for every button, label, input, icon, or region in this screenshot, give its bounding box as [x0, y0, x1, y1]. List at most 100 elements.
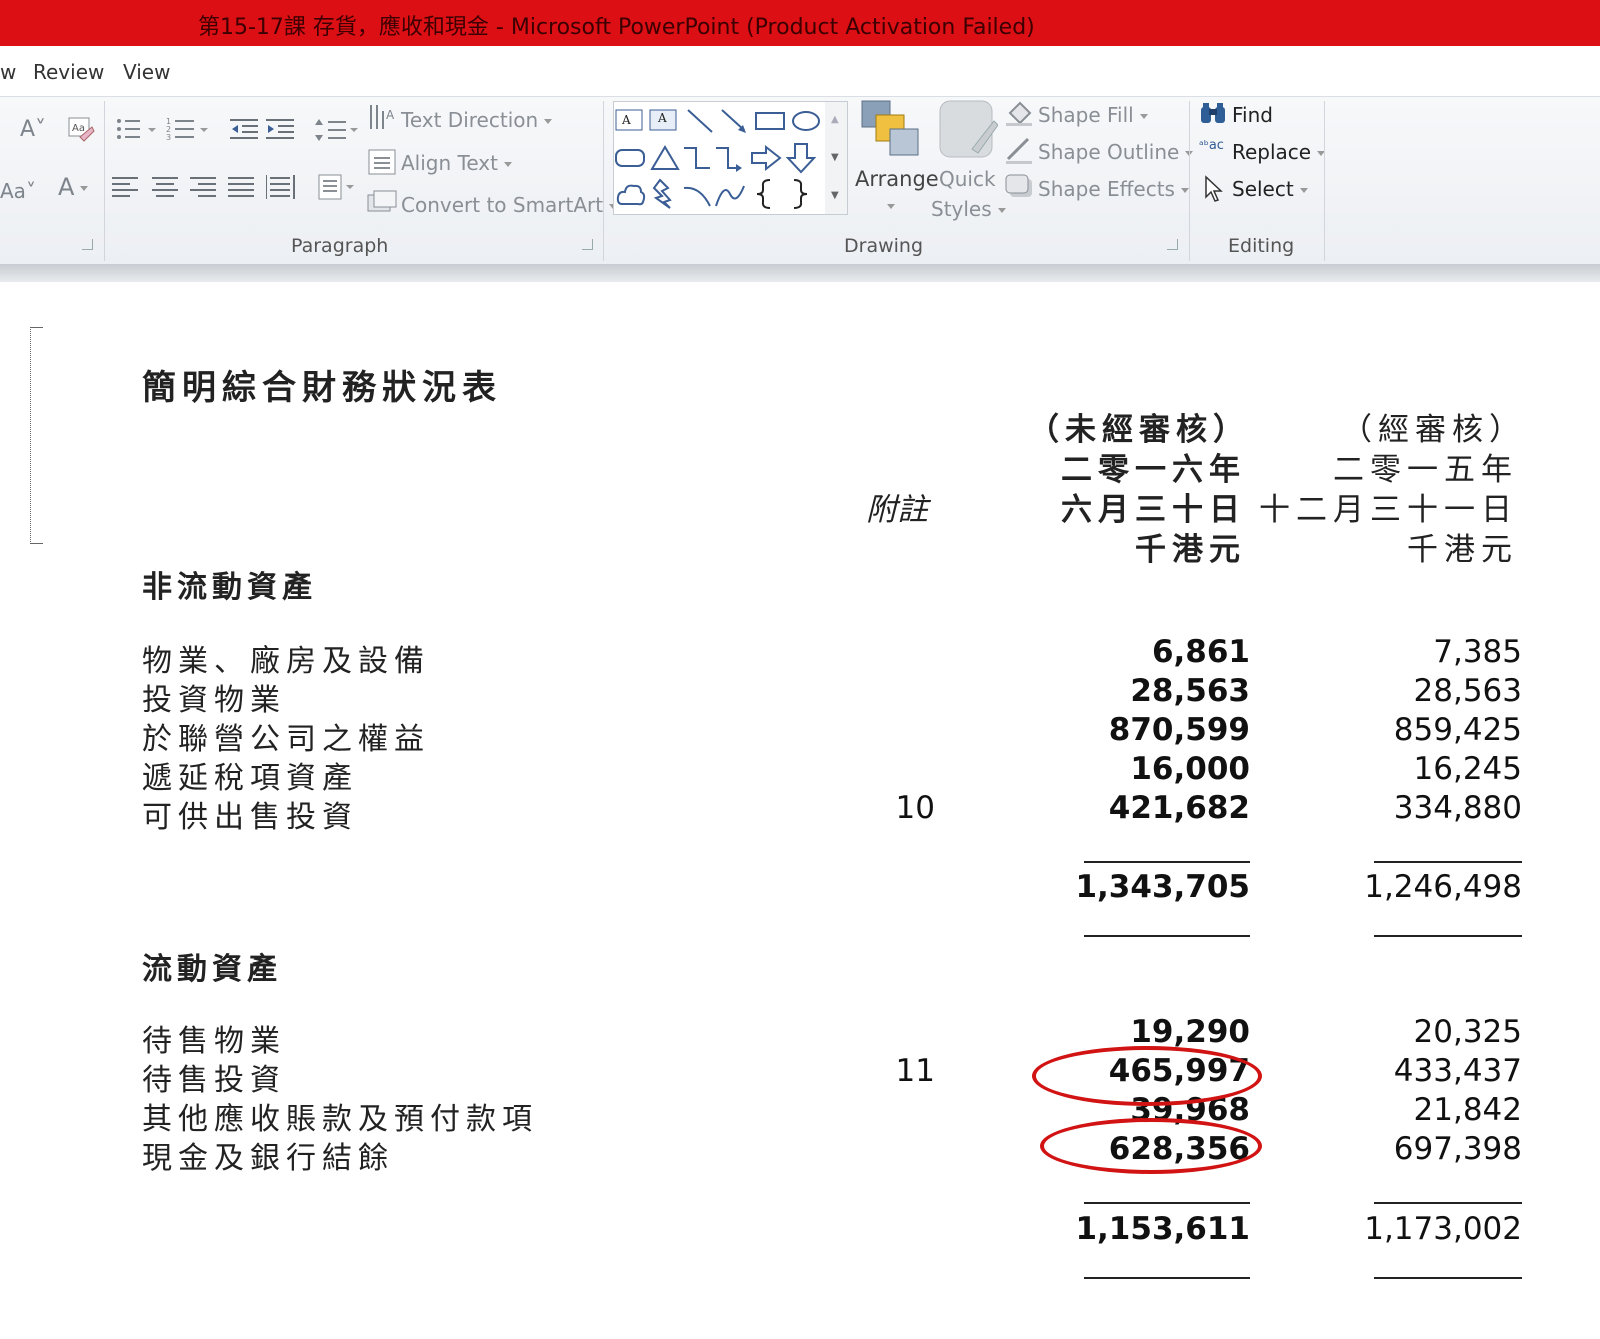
shape-effects-label: Shape Effects: [1038, 177, 1175, 201]
highlight-ellipse-investments[interactable]: [1032, 1046, 1262, 1106]
left-brace-shape-icon[interactable]: [754, 178, 774, 214]
elbow-connector-shape-icon[interactable]: [682, 144, 712, 176]
triangle-shape-icon[interactable]: [650, 144, 680, 176]
align-right-icon[interactable]: [190, 175, 218, 202]
separator: [1189, 101, 1190, 261]
align-text-icon[interactable]: [368, 147, 398, 180]
convert-smartart-button[interactable]: Convert to SmartArt: [401, 193, 618, 217]
value-2016: 19,290: [1130, 1014, 1250, 1050]
separator: [603, 101, 604, 261]
shape-effects-icon[interactable]: [1004, 173, 1034, 204]
font-color-icon[interactable]: A: [58, 175, 89, 199]
current-total-2016: 1,153,611: [1075, 1211, 1250, 1247]
justify-icon[interactable]: [228, 175, 256, 202]
cloud-shape-icon[interactable]: [616, 180, 646, 214]
total-rule: [1084, 935, 1250, 937]
current-assets-heading: 流動資產: [142, 952, 282, 987]
arrow-line-shape-icon[interactable]: [720, 108, 750, 138]
ribbon-bottom-border: [0, 264, 1600, 282]
select-button[interactable]: Select: [1232, 177, 1308, 201]
vertical-textbox-shape-icon[interactable]: A: [648, 108, 678, 136]
tab-view[interactable]: View: [123, 60, 170, 84]
replace-icon[interactable]: ᵃᵇac: [1199, 139, 1224, 152]
gallery-more-icon[interactable]: ▼: [831, 190, 839, 201]
down-arrow-shape-icon[interactable]: [785, 142, 817, 178]
shrink-font-icon[interactable]: A˅: [20, 119, 46, 141]
elbow-arrow-shape-icon[interactable]: [714, 144, 744, 176]
total-rule: [1374, 935, 1522, 937]
line-shape-icon[interactable]: [686, 108, 716, 138]
text-direction-icon[interactable]: A: [368, 103, 396, 136]
bullets-icon[interactable]: [116, 117, 160, 144]
shape-fill-icon[interactable]: [1004, 99, 1034, 130]
align-center-icon[interactable]: [152, 175, 180, 202]
clear-formatting-icon[interactable]: Aa: [66, 115, 96, 148]
placeholder-bracket: [30, 327, 43, 544]
separator: [1324, 101, 1325, 261]
col2-header-line2: 二零一五年: [1333, 452, 1518, 488]
numbering-icon[interactable]: 123: [166, 117, 212, 146]
tab-partial[interactable]: w: [0, 60, 16, 84]
row-label: 遞延稅項資產: [142, 761, 358, 796]
change-case-icon[interactable]: Aa˅: [0, 181, 36, 201]
distributed-icon[interactable]: [265, 173, 296, 204]
shape-outline-button[interactable]: Shape Outline: [1038, 140, 1194, 164]
editing-group-label: Editing: [1228, 235, 1295, 257]
textbox-shape-icon[interactable]: A: [614, 108, 644, 136]
quick-styles-button[interactable]: Styles: [931, 197, 1006, 221]
line-spacing-icon[interactable]: [314, 117, 360, 146]
note-column-header: 附註: [866, 492, 928, 528]
quick-styles-label-1[interactable]: Quick: [939, 167, 996, 191]
increase-indent-icon[interactable]: [266, 117, 296, 144]
align-text-button[interactable]: Align Text: [401, 151, 512, 175]
convert-smartart-icon[interactable]: [366, 189, 398, 220]
scroll-up-icon[interactable]: ▲: [831, 114, 839, 125]
value-2015: 859,425: [1393, 712, 1522, 748]
curve-shape-icon[interactable]: [714, 182, 746, 212]
text-direction-button[interactable]: Text Direction: [401, 108, 553, 132]
rounded-rectangle-shape-icon[interactable]: [614, 146, 646, 174]
shape-outline-label: Shape Outline: [1038, 140, 1180, 164]
arrange-icon[interactable]: [858, 97, 922, 165]
binoculars-icon[interactable]: [1199, 101, 1227, 128]
decrease-indent-icon[interactable]: [230, 117, 260, 144]
drawing-dialog-launcher[interactable]: [1167, 239, 1178, 250]
value-2015: 7,385: [1433, 634, 1522, 670]
tab-review[interactable]: Review: [33, 60, 104, 84]
columns-icon[interactable]: [318, 173, 358, 204]
shape-outline-icon[interactable]: [1004, 135, 1034, 168]
replace-button[interactable]: Replace: [1232, 140, 1326, 164]
shape-fill-button[interactable]: Shape Fill: [1038, 103, 1148, 127]
scroll-down-icon[interactable]: ▼: [831, 152, 839, 163]
oval-shape-icon[interactable]: [790, 110, 822, 136]
row-label: 待售物業: [142, 1024, 286, 1059]
shapes-gallery[interactable]: A A: [613, 101, 827, 215]
statement-title: 簡明綜合財務狀況表: [142, 368, 502, 408]
col2-header-line1: （經審核）: [1341, 412, 1526, 448]
slide-canvas[interactable]: 簡明綜合財務狀況表 （未經審核） 二零一六年 六月三十日 千港元 （經審核） 二…: [0, 282, 1600, 1339]
select-label: Select: [1232, 177, 1294, 201]
quick-styles-icon[interactable]: [936, 97, 999, 165]
right-arrow-shape-icon[interactable]: [750, 144, 782, 176]
right-brace-shape-icon[interactable]: [790, 178, 810, 214]
svg-text:A: A: [621, 113, 631, 127]
paragraph-dialog-launcher[interactable]: [582, 239, 593, 250]
note-ref: 11: [895, 1053, 935, 1089]
highlight-ellipse-cash[interactable]: [1040, 1118, 1262, 1174]
arrange-dropdown-icon[interactable]: [887, 204, 895, 209]
font-dialog-launcher[interactable]: [82, 239, 93, 250]
shape-effects-button[interactable]: Shape Effects: [1038, 177, 1189, 201]
cursor-icon[interactable]: [1203, 175, 1225, 206]
value-2016: 16,000: [1130, 751, 1250, 787]
arrange-button[interactable]: Arrange: [855, 167, 939, 191]
col1-header-line3: 六月三十日: [1061, 492, 1246, 528]
rectangle-shape-icon[interactable]: [754, 110, 786, 136]
col2-header-line4: 千港元: [1407, 532, 1518, 568]
find-button[interactable]: Find: [1232, 103, 1273, 127]
value-2016: 28,563: [1130, 673, 1250, 709]
gallery-scrollbar[interactable]: ▲ ▼ ▼: [825, 101, 848, 215]
value-2015: 16,245: [1413, 751, 1522, 787]
arc-shape-icon[interactable]: [682, 182, 712, 212]
align-left-icon[interactable]: [112, 175, 140, 202]
lightning-shape-icon[interactable]: [650, 178, 678, 214]
